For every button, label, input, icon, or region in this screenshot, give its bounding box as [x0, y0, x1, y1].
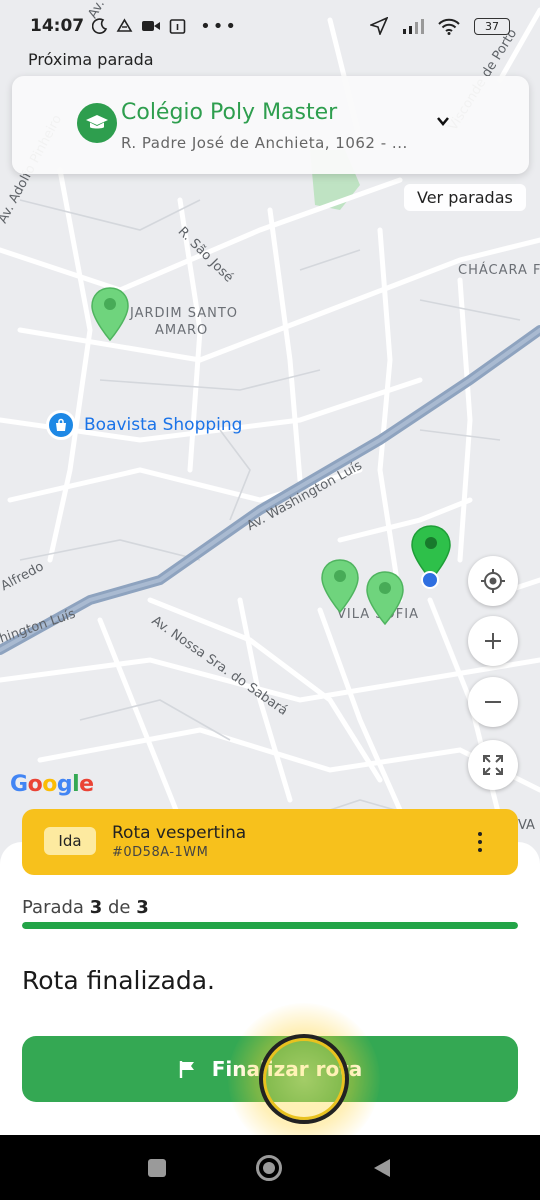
route-card[interactable]: Ida Rota vespertina #0D58A-1WM: [22, 809, 518, 875]
drive-icon: [116, 18, 133, 32]
finish-route-button[interactable]: Finalizar rota: [22, 1036, 518, 1102]
calendar-icon: [169, 18, 186, 34]
fullscreen-button[interactable]: [468, 740, 518, 790]
video-icon: [142, 21, 161, 31]
crosshair-icon: [481, 569, 505, 593]
zoom-out-button[interactable]: [468, 677, 518, 727]
home-button[interactable]: [256, 1154, 282, 1181]
back-button[interactable]: [372, 1157, 392, 1179]
progress-prefix: Parada: [22, 897, 84, 918]
expand-icon: [483, 755, 503, 775]
progress-connector: de: [107, 897, 131, 918]
neighborhood-label: CHÁCARA F: [458, 263, 540, 278]
progress-total: 3: [136, 897, 149, 918]
google-logo: Google: [10, 772, 94, 797]
flag-icon: [179, 1061, 194, 1078]
chevron-down-icon[interactable]: [435, 114, 451, 128]
shopping-label: Boavista Shopping: [84, 415, 243, 435]
shopping-poi[interactable]: Boavista Shopping: [46, 410, 242, 440]
system-nav-bar: [0, 1135, 540, 1200]
progress-current: 3: [89, 897, 103, 918]
route-name: Rota vespertina: [112, 823, 247, 843]
battery-level: 37: [485, 19, 499, 33]
current-location-dot: [421, 571, 439, 589]
stop-pin-2[interactable]: [320, 558, 360, 614]
graduation-cap-icon: [77, 103, 117, 143]
next-stop-card[interactable]: Colégio Poly Master R. Padre José de Anc…: [12, 76, 529, 174]
next-stop-address: R. Padre José de Anchieta, 1062 - ...: [121, 134, 408, 152]
minus-icon: [485, 701, 501, 703]
battery-icon: 37: [474, 17, 510, 35]
plus-icon: [485, 633, 501, 649]
finish-route-label: Finalizar rota: [211, 1057, 363, 1081]
neighborhood-label: AMARO: [155, 323, 209, 338]
see-stops-button[interactable]: Ver paradas: [404, 184, 526, 211]
more-notifications-icon: •••: [200, 15, 238, 37]
neighborhood-label: JARDIM SANTO: [130, 306, 239, 321]
zoom-in-button[interactable]: [468, 616, 518, 666]
clock: 14:07: [30, 16, 85, 36]
shopping-bag-icon: [46, 410, 76, 440]
direction-badge: Ida: [44, 827, 96, 855]
status-bar: 14:07 ••• 37: [0, 0, 540, 52]
stop-pin-1[interactable]: [90, 286, 130, 342]
more-options-icon[interactable]: [472, 829, 488, 855]
my-location-button[interactable]: [468, 556, 518, 606]
stop-pin-3[interactable]: [365, 570, 405, 626]
next-stop-label: Próxima parada: [28, 50, 154, 69]
next-stop-name: Colégio Poly Master: [121, 100, 338, 125]
signal-icon: [403, 18, 424, 34]
recent-apps-button[interactable]: [148, 1158, 166, 1177]
progress-bar-fill: [22, 922, 518, 929]
location-arrow-icon: [370, 17, 388, 35]
route-status-message: Rota finalizada.: [22, 966, 215, 995]
progress-bar: [22, 922, 518, 929]
stop-progress-text: Parada 3 de 3: [22, 897, 149, 918]
route-code: #0D58A-1WM: [112, 845, 209, 860]
moon-icon: [92, 18, 108, 34]
street-label: VA: [518, 818, 535, 833]
wifi-icon: [438, 18, 460, 35]
